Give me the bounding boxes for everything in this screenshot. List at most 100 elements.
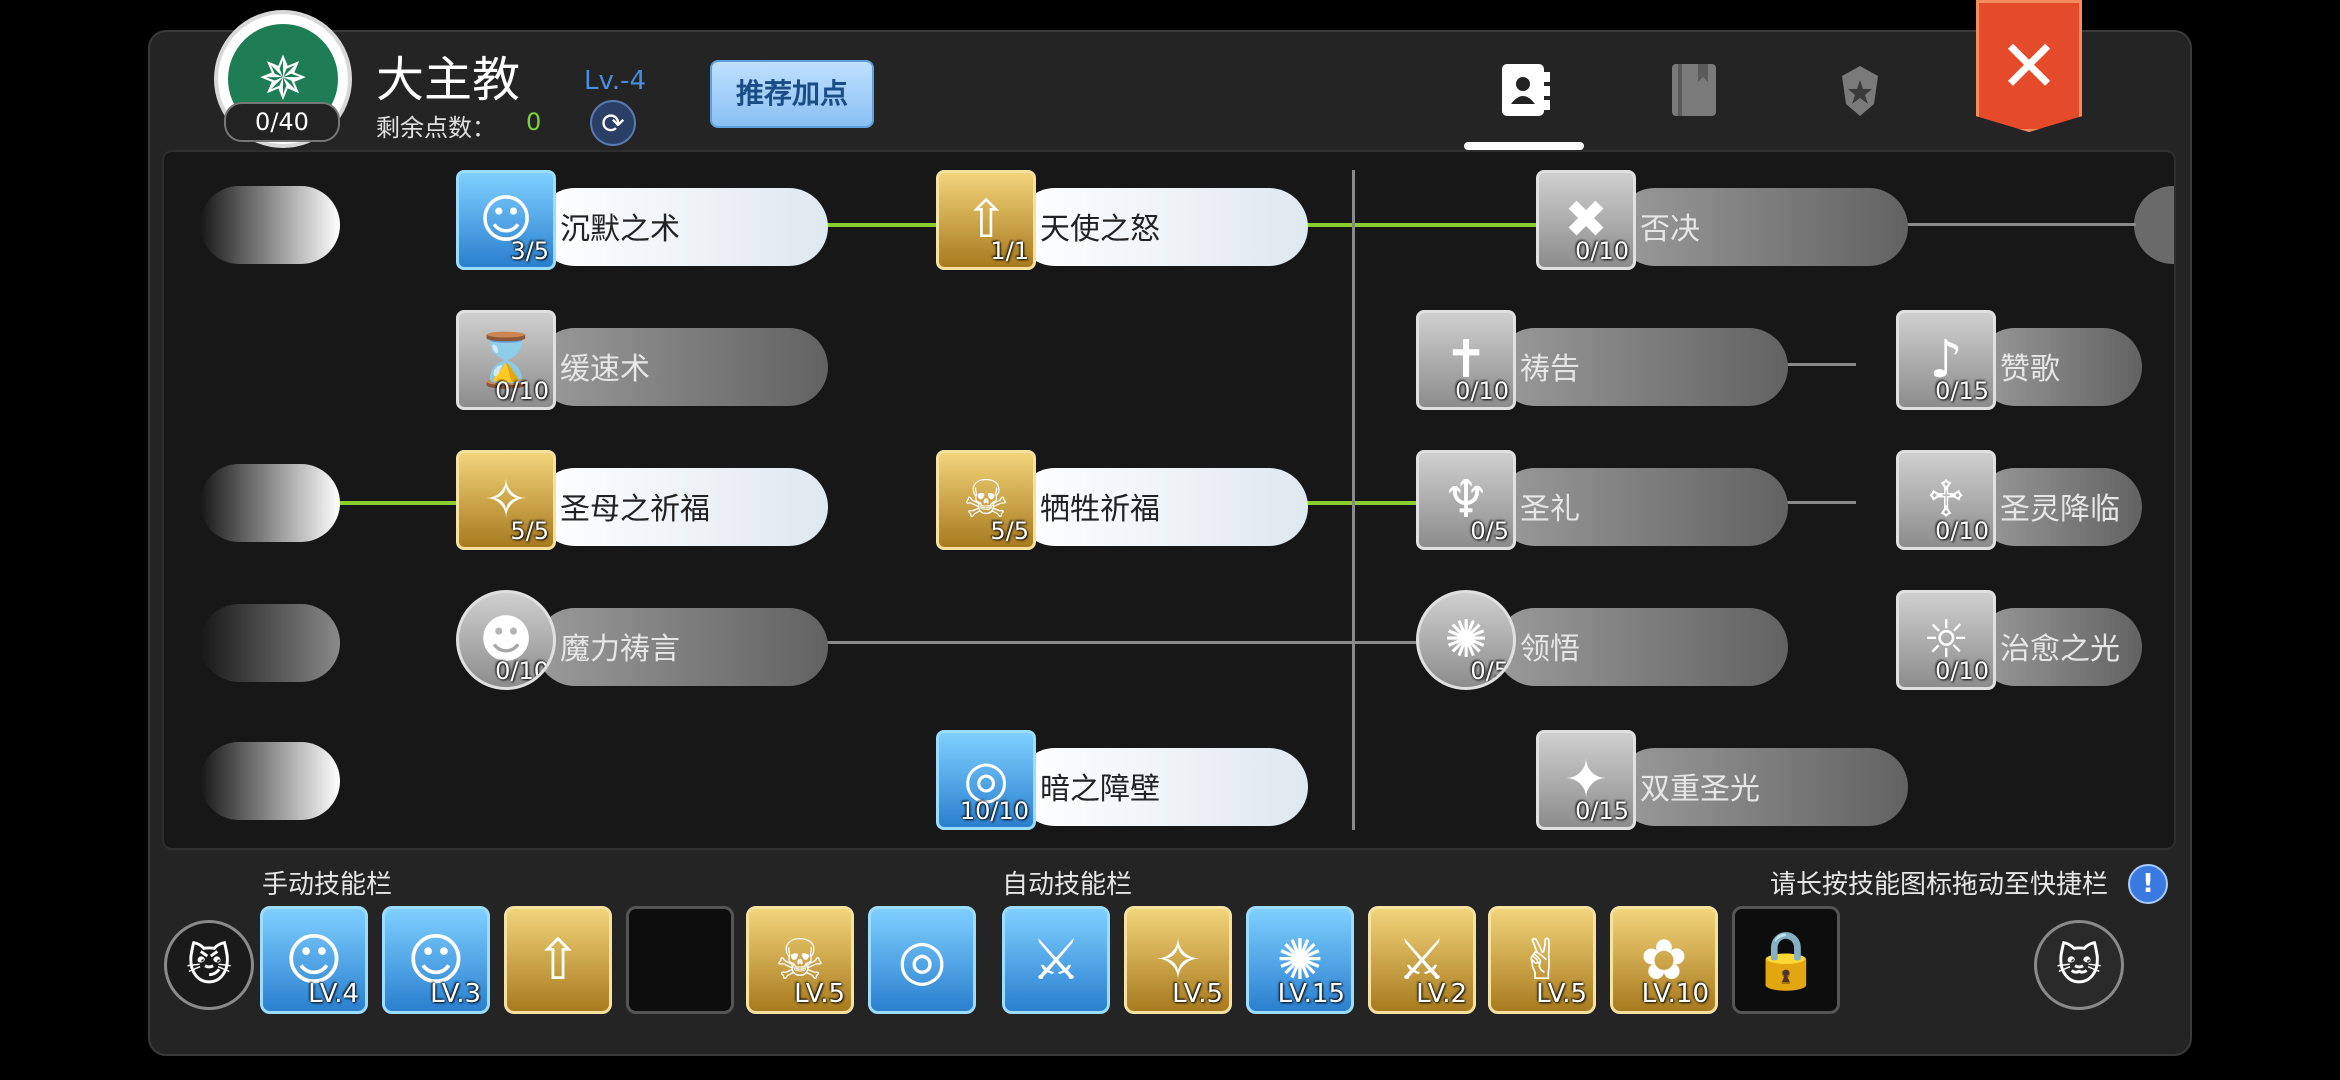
auto-slot[interactable]: ✌ LV.5 [1488, 906, 1596, 1014]
manual-slot[interactable]: ☺ LV.3 [382, 906, 490, 1014]
skill-icon: ✝ 0/10 [1416, 310, 1516, 410]
points-badge: 0/40 [224, 102, 340, 142]
slot-level: LV.5 [1536, 979, 1587, 1009]
skill-level: 0/10 [1935, 657, 1989, 685]
auto-slot[interactable]: ⚔ [1002, 906, 1110, 1014]
skill-name: 沉默之术 [560, 212, 680, 247]
info-icon[interactable]: ! [2128, 864, 2168, 904]
skill-icon: ✧ 5/5 [456, 450, 556, 550]
manual-slot[interactable]: ⇧ [504, 906, 612, 1014]
drag-hint: 请长按技能图标拖动至快捷栏 [1770, 870, 2109, 900]
lock-icon: 🔒 [1751, 928, 1821, 993]
manual-slot-empty[interactable] [626, 906, 734, 1014]
skill-icon: ♱ 0/10 [1896, 450, 1996, 550]
auto-slot[interactable]: ✺ LV.15 [1246, 906, 1354, 1014]
edge-pill [200, 742, 340, 820]
skill-name: 领悟 [1520, 632, 1580, 667]
skill-level: 0/5 [1470, 517, 1509, 545]
skill-level: 0/10 [1455, 377, 1509, 405]
reset-button[interactable]: ⟳ [590, 100, 636, 146]
manual-bar-label: 手动技能栏 [262, 870, 393, 900]
manual-slot[interactable]: ☠ LV.5 [746, 906, 854, 1014]
skill-node[interactable]: 否决 ✖ 0/10 [1536, 170, 1908, 270]
skill-node[interactable]: 治愈之光 ☼ 0/10 [1896, 590, 2142, 690]
skill-node[interactable]: 魔力祷言 ☻ 0/10 [456, 590, 828, 690]
tab-skill-book[interactable] [1664, 60, 1724, 120]
tab-underline [1464, 142, 1584, 150]
skill-icon: ✺ 0/5 [1416, 590, 1516, 690]
slot-skill-icon: ◎ [897, 927, 947, 993]
recommend-button[interactable]: 推荐加点 [710, 60, 874, 128]
skill-icon: ◎ 10/10 [936, 730, 1036, 830]
connector [818, 223, 938, 227]
slot-skill-icon: ⇧ [534, 927, 582, 993]
skill-icon: ✖ 0/10 [1536, 170, 1636, 270]
skill-icon: ♆ 0/5 [1416, 450, 1516, 550]
slot-level: LV.3 [430, 979, 481, 1009]
skill-name: 赞歌 [2000, 352, 2060, 387]
slot-level: LV.5 [1172, 979, 1223, 1009]
skill-level: 1/1 [990, 237, 1029, 265]
skill-node[interactable]: 双重圣光 ✦ 0/15 [1536, 730, 1908, 830]
skill-node[interactable]: 圣灵降临 ♱ 0/10 [1896, 450, 2142, 550]
connector [1298, 223, 1538, 227]
skill-icon: ☠ 5/5 [936, 450, 1036, 550]
skill-name: 牺牲祈福 [1040, 492, 1160, 527]
auto-bar-label: 自动技能栏 [1002, 870, 1133, 900]
auto-slot-locked[interactable]: 🔒 [1732, 906, 1840, 1014]
auto-slot[interactable]: ✧ LV.5 [1124, 906, 1232, 1014]
tab-skill-tree[interactable] [1494, 60, 1554, 120]
tier-divider [1352, 170, 1355, 830]
auto-slot[interactable]: ✿ LV.10 [1610, 906, 1718, 1014]
skill-node[interactable]: 天使之怒 ⇧ 1/1 [936, 170, 1308, 270]
slot-level: LV.4 [308, 979, 359, 1009]
star-badge-icon [1842, 66, 1878, 116]
close-icon: ✕ [1998, 24, 2060, 108]
cat-white-icon[interactable]: 🐱 [2034, 920, 2124, 1010]
edge-pill [200, 186, 340, 264]
slot-level: LV.10 [1641, 979, 1709, 1009]
skill-node[interactable]: 赞歌 ♪ 0/15 [1896, 310, 2142, 410]
edge-pill [200, 604, 340, 682]
skill-name: 圣灵降临 [2000, 492, 2120, 527]
skill-level: 10/10 [959, 797, 1029, 825]
skill-level: 5/5 [990, 517, 1029, 545]
skill-node[interactable]: 祷告 ✝ 0/10 [1416, 310, 1788, 410]
edge-pill [200, 464, 340, 542]
skill-icon: ☺ 3/5 [456, 170, 556, 270]
connector [1778, 501, 1856, 504]
skill-node[interactable]: 沉默之术 ☺ 3/5 [456, 170, 828, 270]
skill-node[interactable]: 缓速术 ⌛ 0/10 [456, 310, 828, 410]
auto-slot[interactable]: ⚔ LV.2 [1368, 906, 1476, 1014]
connector [1298, 501, 1418, 505]
skill-level: 0/15 [1935, 377, 1989, 405]
skill-node[interactable]: 领悟 ✺ 0/5 [1416, 590, 1788, 690]
tab-emblem[interactable] [1830, 60, 1890, 120]
refresh-icon: ⟳ [601, 106, 625, 140]
skill-name: 双重圣光 [1640, 772, 1760, 807]
connector [1896, 223, 2136, 226]
skill-node[interactable]: 圣母之祈福 ✧ 5/5 [456, 450, 828, 550]
manual-slot[interactable]: ☺ LV.4 [260, 906, 368, 1014]
skill-level: 0/5 [1470, 657, 1509, 685]
slot-level: LV.15 [1277, 979, 1345, 1009]
cat-black-icon[interactable]: 😼 [164, 920, 254, 1010]
skill-name: 圣母之祈福 [560, 492, 710, 527]
skill-level: 0/10 [1935, 517, 1989, 545]
skill-level: 0/15 [1575, 797, 1629, 825]
skill-node[interactable]: 暗之障壁 ◎ 10/10 [936, 730, 1308, 830]
slot-skill-icon: ⚔ [1030, 927, 1082, 993]
skill-name: 缓速术 [560, 352, 650, 387]
skill-node[interactable]: 圣礼 ♆ 0/5 [1416, 450, 1788, 550]
manual-slot[interactable]: ◎ [868, 906, 976, 1014]
skill-name: 暗之障壁 [1040, 772, 1160, 807]
skill-node[interactable]: 牺牲祈福 ☠ 5/5 [936, 450, 1308, 550]
skill-level: 0/10 [495, 377, 549, 405]
close-button[interactable]: ✕ [1976, 0, 2082, 132]
skill-icon: ⌛ 0/10 [456, 310, 556, 410]
skill-name: 天使之怒 [1040, 212, 1160, 247]
skill-icon: ♪ 0/15 [1896, 310, 1996, 410]
skill-name: 魔力祷言 [560, 632, 680, 667]
class-name: 大主教 [376, 52, 521, 108]
class-level: Lv.-4 [584, 66, 647, 96]
